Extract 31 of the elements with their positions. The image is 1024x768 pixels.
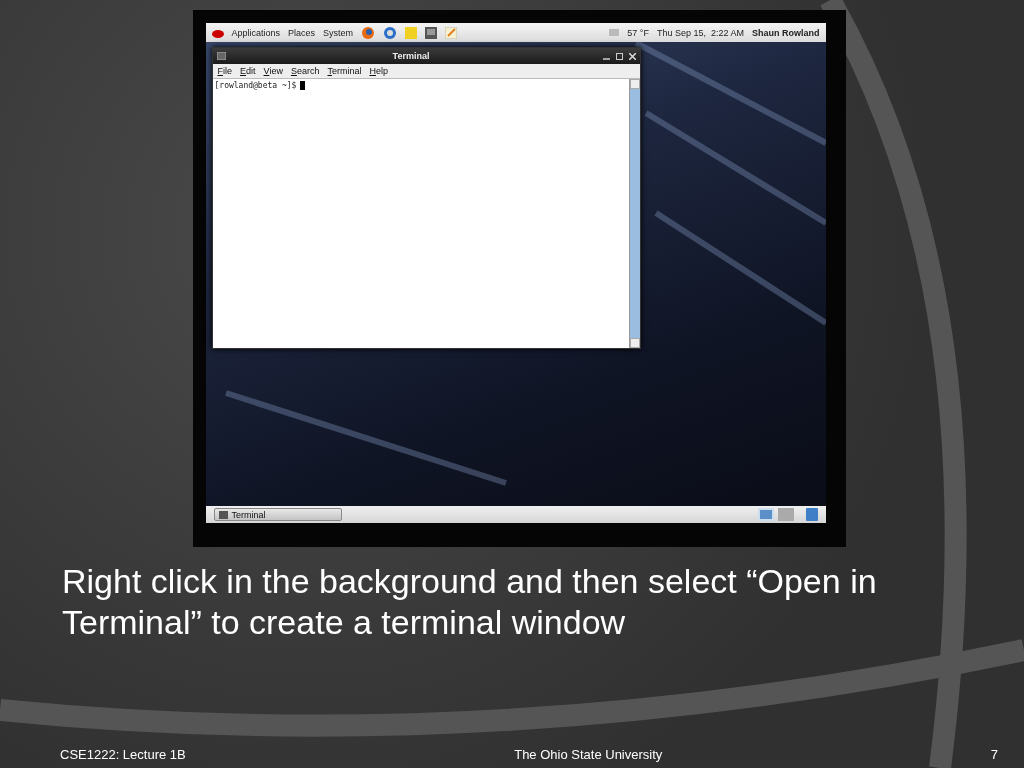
workspace-switcher[interactable]: [777, 508, 794, 521]
panel-menu[interactable]: Applications: [231, 27, 281, 38]
monitor-icon[interactable]: [425, 26, 438, 39]
maximize-icon[interactable]: [615, 52, 623, 60]
menu-item[interactable]: Search: [290, 66, 320, 76]
panel-menu[interactable]: System: [323, 27, 354, 38]
menu-item[interactable]: File: [217, 66, 232, 76]
user-name[interactable]: Shaun Rowland: [752, 27, 820, 38]
workspace-switcher[interactable]: [757, 508, 774, 521]
window-title: Terminal: [391, 51, 431, 61]
pencil-note-icon[interactable]: [445, 26, 458, 39]
taskbar-button[interactable]: Terminal: [213, 508, 342, 521]
menu-item[interactable]: View: [263, 66, 283, 76]
globe-icon[interactable]: [361, 25, 376, 40]
text-cursor: [300, 81, 306, 90]
trash-icon[interactable]: [805, 508, 818, 521]
menu-item[interactable]: Edit: [240, 66, 256, 76]
slide-caption: Right click in the background and then select “Open in Terminal” to create a terminal window: [62, 561, 878, 643]
clock[interactable]: Thu Sep 15, 2:22 AM: [656, 27, 744, 38]
scrollbar[interactable]: [628, 79, 640, 348]
shell-prompt: [rowland@beta ~]$: [214, 81, 297, 90]
university-footer: The Ohio State University: [514, 747, 663, 762]
menu-item[interactable]: Help: [369, 66, 388, 76]
temperature-text: 57 °F: [627, 27, 649, 38]
page-number: 7: [990, 747, 998, 762]
panel-menu[interactable]: Places: [288, 27, 316, 38]
menu-item[interactable]: Terminal: [327, 66, 362, 76]
terminal-icon: [218, 510, 228, 519]
close-icon[interactable]: [628, 52, 636, 60]
course-footer: CSE1222: Lecture 1B: [60, 747, 186, 762]
terminal-icon: [216, 52, 226, 60]
